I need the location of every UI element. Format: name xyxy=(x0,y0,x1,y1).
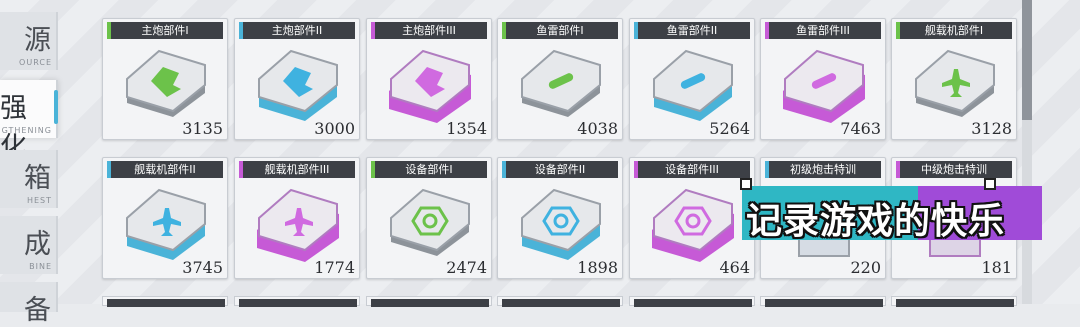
torpedo-icon xyxy=(521,49,601,117)
item-count: 1354 xyxy=(446,119,487,138)
inventory-item-equipment-3[interactable]: 设备部件III 464 xyxy=(629,157,755,279)
sidebar-item-sublabel: BINE xyxy=(29,262,52,271)
item-count: 1898 xyxy=(577,258,618,277)
inventory-item-partial[interactable] xyxy=(629,296,755,307)
sidebar-item-sublabel: HEST xyxy=(26,196,52,205)
watermark-text: 记录游戏的快乐 xyxy=(746,201,1006,242)
item-count: 7463 xyxy=(840,119,881,138)
inventory-item-cannon-3[interactable]: 主炮部件III 1354 xyxy=(366,18,492,140)
inventory-item-aircraft-1[interactable]: 舰载机部件I 3128 xyxy=(891,18,1017,140)
sidebar-item-sublabel: OURCE xyxy=(19,58,52,67)
sidebar-item-label: 备 xyxy=(24,295,52,326)
item-count: 2474 xyxy=(446,258,487,277)
item-count: 220 xyxy=(850,258,881,277)
scrollbar-thumb[interactable] xyxy=(1022,0,1032,120)
item-count: 4038 xyxy=(577,119,618,138)
gear-icon xyxy=(652,188,734,262)
active-indicator xyxy=(54,90,58,124)
cannon-icon xyxy=(126,49,206,117)
item-title: 鱼雷部件III xyxy=(765,22,881,39)
item-count: 3128 xyxy=(971,119,1012,138)
sidebar-item-label: 源 xyxy=(24,25,52,56)
inventory-item-partial[interactable] xyxy=(497,296,623,307)
item-count: 3745 xyxy=(182,258,223,277)
inventory-item-torpedo-2[interactable]: 鱼雷部件II 5264 xyxy=(629,18,755,140)
inventory-item-torpedo-1[interactable]: 鱼雷部件I 4038 xyxy=(497,18,623,140)
torpedo-icon xyxy=(653,49,733,121)
item-count: 3000 xyxy=(314,119,355,138)
watermark-overlay: 记录游戏的快乐 xyxy=(740,178,1046,244)
item-title: 鱼雷部件II xyxy=(634,22,750,39)
item-title: 中级炮击特训 xyxy=(896,161,1012,178)
gear-icon xyxy=(521,188,601,260)
item-title: 设备部件I xyxy=(371,161,487,178)
sidebar: 源 OURCE 强化 NGTHENING 箱 HEST 成 BINE 备 xyxy=(0,0,60,326)
item-title: 设备部件II xyxy=(502,161,618,178)
item-title: 舰载机部件III xyxy=(239,161,355,178)
gear-icon xyxy=(390,188,470,256)
inventory-item-partial[interactable] xyxy=(760,296,886,307)
inventory-item-partial[interactable] xyxy=(102,296,228,307)
item-count: 5264 xyxy=(709,119,750,138)
cannon-icon xyxy=(389,49,471,123)
inventory-item-partial[interactable] xyxy=(234,296,360,307)
watermark-corner xyxy=(740,178,752,190)
sidebar-item-label: 箱 xyxy=(24,163,52,194)
inventory-item-cannon-1[interactable]: 主炮部件I 3135 xyxy=(102,18,228,140)
sidebar-item-combine[interactable]: 成 BINE xyxy=(0,216,58,274)
inventory-item-partial[interactable] xyxy=(366,296,492,307)
cannon-icon xyxy=(258,49,338,121)
item-title: 舰载机部件II xyxy=(107,161,223,178)
aircraft-icon xyxy=(257,188,339,262)
inventory-item-cannon-2[interactable]: 主炮部件II 3000 xyxy=(234,18,360,140)
item-title: 舰载机部件I xyxy=(896,22,1012,39)
sidebar-item-equip[interactable]: 备 xyxy=(0,282,58,326)
inventory-item-aircraft-3[interactable]: 舰载机部件III 1774 xyxy=(234,157,360,279)
inventory-item-equipment-1[interactable]: 设备部件I 2474 xyxy=(366,157,492,279)
sidebar-item-label: 成 xyxy=(24,229,52,260)
item-count: 3135 xyxy=(182,119,223,138)
sidebar-item-sublabel: NGTHENING xyxy=(0,126,52,135)
inventory-item-torpedo-3[interactable]: 鱼雷部件III 7463 xyxy=(760,18,886,140)
item-title: 设备部件III xyxy=(634,161,750,178)
sidebar-item-resource[interactable]: 源 OURCE xyxy=(0,12,58,70)
sidebar-item-strengthening[interactable]: 强化 NGTHENING xyxy=(0,80,58,163)
aircraft-icon xyxy=(126,188,206,260)
item-count: 181 xyxy=(981,258,1012,277)
torpedo-icon xyxy=(783,49,865,123)
inventory-item-equipment-2[interactable]: 设备部件II 1898 xyxy=(497,157,623,279)
item-title: 主炮部件III xyxy=(371,22,487,39)
item-title: 初级炮击特训 xyxy=(765,161,881,178)
inventory-item-aircraft-2[interactable]: 舰载机部件II 3745 xyxy=(102,157,228,279)
item-title: 主炮部件II xyxy=(239,22,355,39)
item-title: 鱼雷部件I xyxy=(502,22,618,39)
inventory-item-partial[interactable] xyxy=(891,296,1017,307)
sidebar-item-chest[interactable]: 箱 HEST xyxy=(0,150,58,208)
watermark-corner xyxy=(984,178,996,190)
aircraft-icon xyxy=(915,49,995,117)
item-count: 464 xyxy=(719,258,750,277)
item-title: 主炮部件I xyxy=(107,22,223,39)
item-count: 1774 xyxy=(314,258,355,277)
